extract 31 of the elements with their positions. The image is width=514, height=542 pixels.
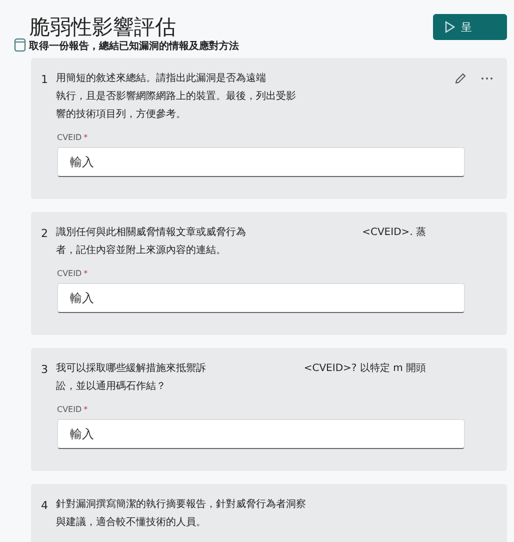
field-label: CVEID	[57, 133, 82, 142]
prompt-number: 3	[41, 362, 47, 378]
notebook-icon	[14, 38, 26, 52]
prompt-text: 我可以採取哪些緩解措施來抵禦訴	[56, 362, 206, 376]
prompt-text: 執行，且是否影響網際網路上的裝置。最後，列出受影	[56, 90, 296, 104]
edit-icon[interactable]	[454, 72, 467, 85]
prompt-number: 1	[41, 72, 47, 88]
prompt-number: 4	[41, 498, 47, 514]
input-field[interactable]: 輸入	[57, 147, 465, 177]
required-mark: *	[84, 133, 88, 142]
prompt-text: 與建議，適合較不懂技術的人員。	[56, 516, 206, 530]
page-subtitle: 取得一份報告，總結已知漏洞的情報及應對方法	[29, 40, 239, 54]
input-field[interactable]: 輸入	[57, 283, 465, 313]
more-icon[interactable]	[481, 77, 493, 80]
prompt-text: <CVEID>. 蒸	[362, 226, 426, 240]
field-label: CVEID	[57, 405, 82, 414]
play-icon	[445, 21, 455, 33]
prompt-text: 訟，並以通用碼石作結？	[56, 380, 166, 394]
run-button[interactable]: 呈	[433, 14, 507, 40]
prompt-text: 響的技術項目列，方便參考。	[56, 108, 186, 122]
prompt-number: 2	[41, 226, 47, 242]
prompt-text: <CVEID>? 以特定 m 開頭	[304, 362, 426, 376]
prompt-text: 者，記住內容並附上來源內容的連結。	[56, 244, 226, 258]
prompt-text: 用簡短的敘述來總結。請指出此漏洞是否為遠端	[56, 72, 266, 86]
prompt-text: 針對漏洞撰寫簡潔的執行摘要報告，針對威脅行為者洞察	[56, 498, 306, 512]
required-mark: *	[84, 269, 88, 278]
page-title: 脆弱性影響評估	[29, 14, 177, 40]
input-field[interactable]: 輸入	[57, 419, 465, 449]
required-mark: *	[84, 405, 88, 414]
field-label: CVEID	[57, 269, 82, 278]
prompt-text: 識別任何與此相關威脅情報文章或威脅行為	[56, 226, 246, 240]
